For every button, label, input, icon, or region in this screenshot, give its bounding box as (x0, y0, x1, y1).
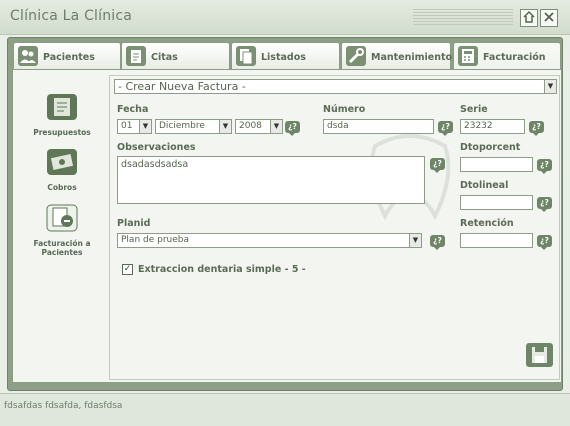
save-button[interactable] (526, 343, 553, 367)
sidebar-item-presupuestos[interactable]: Presupuestos (18, 92, 106, 137)
serie-label: Serie (460, 104, 488, 115)
retencion-help-button[interactable]: ¿? (537, 235, 552, 250)
factura-select[interactable]: - Crear Nueva Factura - ▼ (114, 79, 557, 94)
planid-select[interactable]: Plan de prueba ▼ (117, 233, 422, 248)
tab-citas[interactable]: Citas (121, 42, 230, 70)
retencion-label: Retención (460, 218, 514, 229)
factura-select-value: - Crear Nueva Factura - (118, 80, 246, 93)
dtoporcent-help-button[interactable]: ¿? (537, 159, 552, 174)
line-item-label: Extraccion dentaria simple - 5 - (138, 264, 306, 275)
numero-input[interactable]: dsda (323, 119, 434, 134)
money-icon (47, 149, 77, 175)
fecha-label: Fecha (117, 104, 149, 115)
observaciones-help-button[interactable]: ¿? (430, 158, 445, 173)
title-grip (413, 9, 513, 25)
home-icon (523, 10, 535, 23)
planid-label: Planid (117, 218, 151, 229)
planid-help-button[interactable]: ¿? (430, 235, 445, 250)
title-bar: Clínica La Clínica (0, 0, 570, 35)
chevron-down-icon: ▼ (219, 120, 231, 133)
numero-label: Número (323, 104, 366, 115)
serie-help-button[interactable]: ¿? (529, 121, 544, 136)
fecha-help-button[interactable]: ¿? (285, 121, 300, 136)
dtolineal-label: Dtolineal (460, 180, 509, 191)
retencion-input[interactable] (460, 233, 533, 248)
tab-label: Mantenimiento (371, 52, 453, 63)
floppy-disk-icon (532, 347, 547, 363)
chevron-down-icon: ▼ (139, 120, 151, 133)
sidebar-item-facturacion-pacientes[interactable]: Facturación a Pacientes (18, 203, 106, 257)
dtolineal-input[interactable] (460, 195, 533, 210)
tools-icon (346, 46, 366, 66)
tab-label: Facturación (483, 52, 546, 63)
chevron-down-icon: ▼ (544, 80, 556, 93)
fecha-month-select[interactable]: Diciembre ▼ (155, 119, 232, 134)
dtoporcent-input[interactable] (460, 157, 533, 172)
sidebar-item-label: Presupuestos (33, 128, 91, 137)
chevron-down-icon: ▼ (409, 234, 421, 247)
window-title: Clínica La Clínica (10, 8, 133, 24)
dtolineal-help-button[interactable]: ¿? (537, 197, 552, 212)
app-window: Clínica La Clínica Pacientes Citas Lista… (0, 0, 570, 426)
tab-listados[interactable]: Listados (231, 42, 340, 70)
notepad-icon (126, 46, 146, 66)
fecha-year-value: 2008 (239, 121, 262, 131)
serie-input[interactable]: 23232 (460, 119, 525, 134)
numero-help-button[interactable]: ¿? (438, 121, 453, 136)
people-icon (18, 46, 38, 66)
sidebar-item-cobros[interactable]: Cobros (18, 147, 106, 192)
observaciones-textarea[interactable]: dsadasdsadsa (117, 156, 425, 204)
sidebar-item-label: Facturación a Pacientes (33, 239, 91, 257)
tab-pacientes[interactable]: Pacientes (13, 42, 121, 70)
sidebar: Presupuestos Cobros Facturación a Pacien… (18, 75, 106, 377)
tab-mantenimiento[interactable]: Mantenimiento (341, 42, 453, 70)
tab-label: Listados (261, 52, 306, 63)
line-item-checkbox[interactable]: ✓ (122, 264, 133, 275)
patient-invoice-icon (46, 204, 78, 232)
tab-label: Pacientes (43, 52, 95, 63)
close-icon (544, 12, 554, 22)
status-text: fdsafdas fdsafda, fdasfdsa (4, 401, 123, 411)
fecha-day-select[interactable]: 01 ▼ (117, 119, 152, 134)
sidebar-item-label: Cobros (47, 183, 77, 192)
notebook-icon (47, 94, 77, 120)
fecha-day-value: 01 (121, 121, 133, 131)
chevron-down-icon: ▼ (270, 120, 282, 133)
dtoporcent-label: Dtoporcent (460, 142, 521, 153)
status-bar: fdsafdas fdsafda, fdasfdsa (0, 393, 570, 426)
fecha-month-value: Diciembre (159, 121, 205, 131)
home-button[interactable] (520, 9, 538, 27)
planid-value: Plan de prueba (121, 235, 190, 245)
document-icon (236, 46, 256, 66)
fecha-year-select[interactable]: 2008 ▼ (235, 119, 283, 134)
close-button[interactable] (540, 9, 558, 27)
tab-facturacion[interactable]: Facturación (453, 42, 561, 72)
tab-label: Citas (151, 52, 178, 63)
calculator-icon (458, 46, 478, 66)
observaciones-label: Observaciones (117, 142, 196, 153)
